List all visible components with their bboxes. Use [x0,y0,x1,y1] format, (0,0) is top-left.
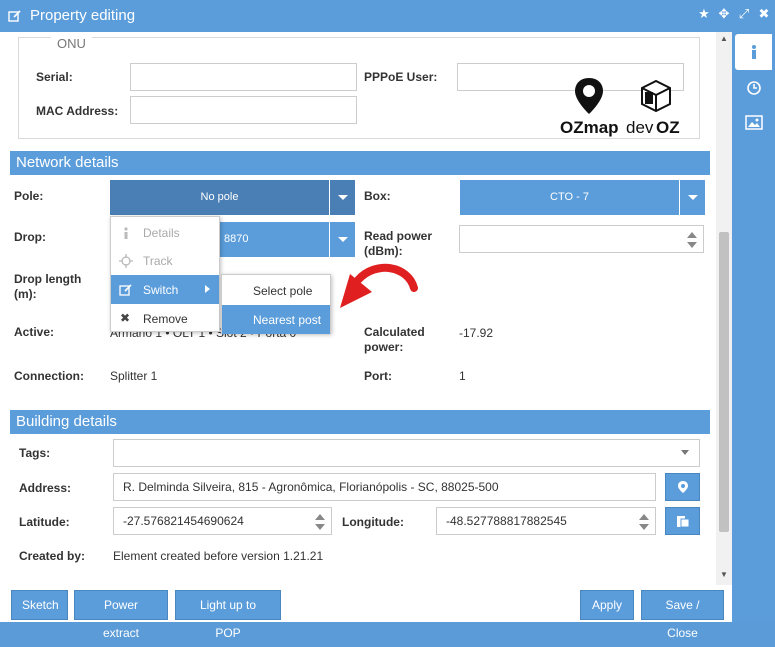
drop-length-label: Drop length (m): [14,272,82,301]
clipboard-icon [677,516,690,528]
expand-icon[interactable]: ⤢ [737,8,751,22]
menu-item-nearest-post[interactable]: Nearest post [222,305,330,334]
pole-context-menu: Details Track Switch ✖ Remove [110,216,220,332]
tab-images[interactable] [735,104,772,140]
sketch-button[interactable]: Sketch [11,590,68,620]
info-icon [751,45,756,59]
created-by-label: Created by: [19,549,86,563]
info-icon [119,226,133,240]
move-icon[interactable]: ✥ [717,8,731,22]
edit-icon [8,9,22,23]
pole-select[interactable]: No pole [110,180,355,215]
image-icon [744,114,763,130]
close-icon: ✖ [120,311,131,325]
star-icon[interactable]: ★ [697,8,711,22]
calculated-power-value: -17.92 [459,326,494,340]
pole-label: Pole: [14,189,44,203]
devoz-logo: dev OZ [626,76,690,140]
port-value: 1 [459,369,466,383]
serial-label: Serial: [36,70,73,84]
box-label: Box: [364,189,391,203]
save-close-button[interactable]: Save / Close [641,590,724,640]
edit-icon [119,283,133,297]
calculated-power-label: Calculated power: [364,325,425,354]
read-power-label: Read power (dBm): [364,229,433,258]
ozmap-logo: OZmap [560,76,619,140]
tags-label: Tags: [19,446,51,460]
menu-item-remove[interactable]: ✖ Remove [111,304,219,333]
created-by-value: Element created before version 1.21.21 [113,549,324,563]
mac-address-input[interactable] [130,96,357,124]
address-input[interactable]: R. Delminda Silveira, 815 - Agronômica, … [113,473,656,501]
crosshair-icon [119,254,133,268]
address-label: Address: [19,481,72,495]
connection-label: Connection: [14,369,84,383]
light-up-to-pop-button[interactable]: Light up to POP [175,590,281,640]
active-label: Active: [14,325,55,339]
menu-item-switch[interactable]: Switch [111,275,219,304]
locate-button[interactable] [665,473,700,501]
tab-info[interactable] [735,34,772,70]
close-icon[interactable]: ✖ [757,8,771,22]
tab-history[interactable] [735,70,772,106]
onu-legend: ONU [51,36,92,51]
building-details-header: Building details [10,410,710,434]
menu-item-details[interactable]: Details [111,218,219,247]
switch-submenu: Select pole Nearest post [221,274,331,334]
chevron-down-icon[interactable] [329,180,355,215]
scrollbar[interactable]: ▲ ▼ [716,32,732,585]
drop-label: Drop: [14,230,46,244]
chevron-down-icon[interactable] [679,180,705,215]
power-extract-button[interactable]: Power extract [74,590,168,640]
side-tab-strip [732,32,775,622]
longitude-input[interactable]: -48.527788817882545 [436,507,656,535]
spinner-icon[interactable] [315,514,325,530]
scroll-down-icon[interactable]: ▼ [720,570,728,579]
title-bar[interactable]: Property editing ★ ✥ ⤢ ✖ [0,0,775,32]
map-marker-icon [678,481,688,493]
network-details-header: Network details [10,151,710,175]
apply-button[interactable]: Apply [580,590,634,620]
latitude-input[interactable]: -27.576821454690624 [113,507,332,535]
connection-value: Splitter 1 [110,369,158,383]
mac-address-label: MAC Address: [36,104,119,118]
chevron-right-icon [205,285,210,293]
chevron-down-icon[interactable] [329,222,355,257]
window-title: Property editing [30,7,136,24]
latitude-label: Latitude: [19,515,70,529]
serial-input[interactable] [130,63,357,91]
annotation-arrow [340,263,418,308]
pppoe-user-label: PPPoE User: [364,70,438,84]
menu-item-track[interactable]: Track [111,246,219,275]
chevron-down-icon[interactable] [681,450,689,455]
port-label: Port: [364,369,392,383]
read-power-input[interactable] [459,225,704,253]
footer-bar: Sketch Power extract Light up to POP App… [0,585,732,640]
scrollbar-thumb[interactable] [719,232,729,532]
box-select[interactable]: CTO - 7 [460,180,705,215]
paste-coordinates-button[interactable] [665,507,700,535]
menu-item-select-pole[interactable]: Select pole [222,276,330,305]
scroll-up-icon[interactable]: ▲ [720,34,728,43]
longitude-label: Longitude: [342,515,404,529]
spinner-icon[interactable] [639,514,649,530]
tags-select[interactable] [113,439,700,467]
spinner-icon[interactable] [687,232,697,248]
clock-icon [746,81,761,95]
